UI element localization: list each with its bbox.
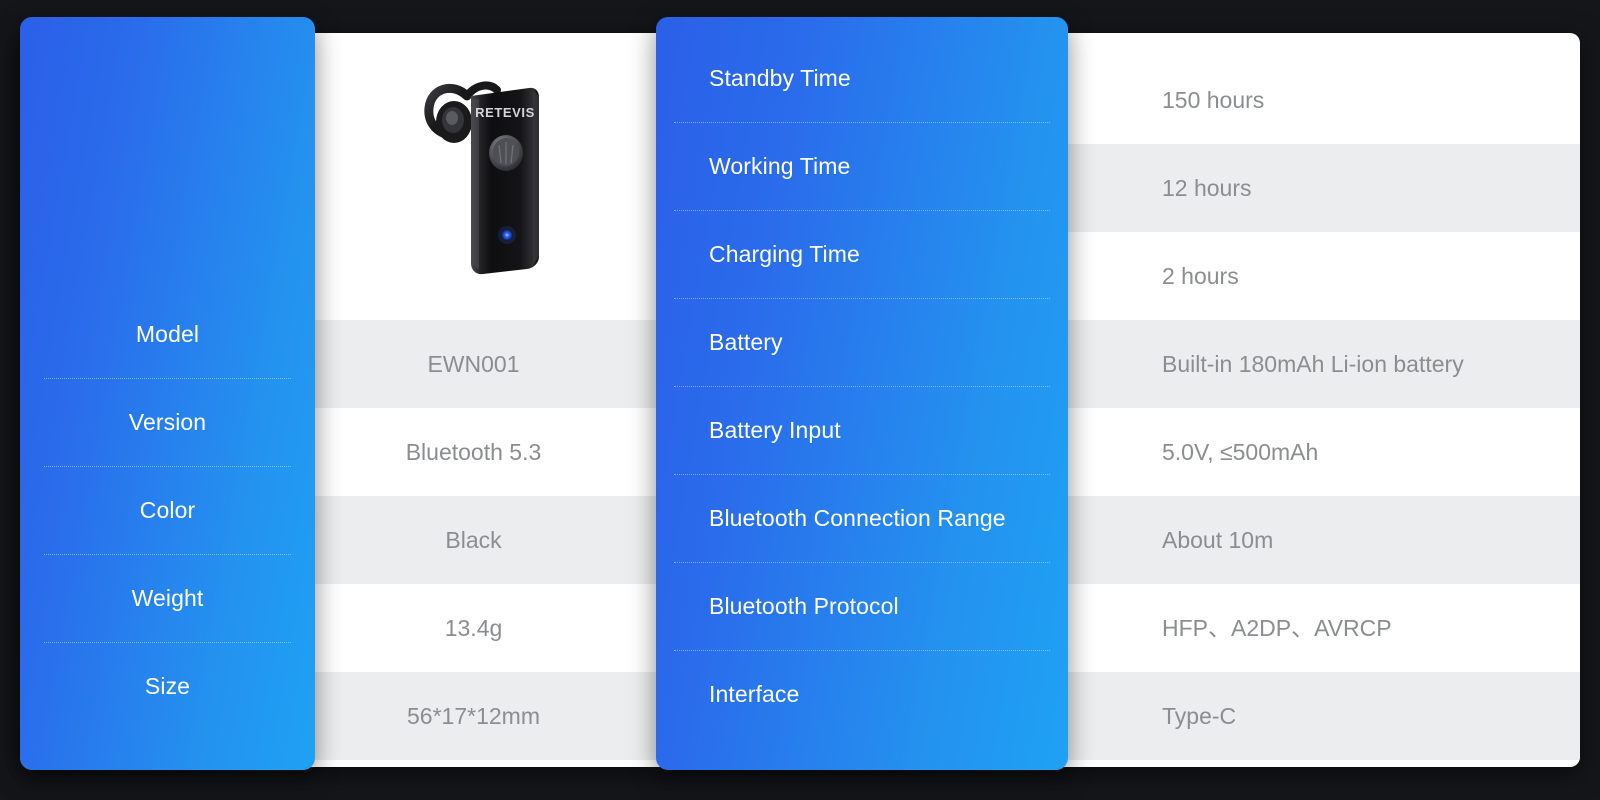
spec-label-row: Size [20,642,315,730]
spec-label: Bluetooth Protocol [709,592,899,619]
spec-label-row: Battery Input [656,386,1068,474]
spec-value: 2 hours [1162,262,1239,289]
spec-value: EWN001 [427,350,520,377]
spec-value: HFP、A2DP、AVRCP [1162,614,1392,641]
spec-value-row: Bluetooth 5.3 [315,408,656,496]
spec-value: 56*17*12mm [407,702,540,729]
left-spec-value-column: EWN001 Bluetooth 5.3 Black 13.4g 56*17*1… [315,33,656,767]
spec-value: Built-in 180mAh Li-ion battery [1162,350,1464,377]
right-label-rows: Standby Time Working Time Charging Time … [656,17,1068,770]
right-spec-value-column: 150 hours 12 hours 2 hours Built-in 180m… [1068,33,1580,767]
spec-label-row: Interface [656,650,1068,738]
right-spec-label-panel: Standby Time Working Time Charging Time … [656,17,1068,770]
spec-value: Bluetooth 5.3 [405,438,542,465]
spec-label-row: Bluetooth Protocol [656,562,1068,650]
spec-value-row: Built-in 180mAh Li-ion battery [1068,320,1580,408]
spec-label: Model [135,320,200,347]
spec-label: Charging Time [709,240,860,267]
spec-board: RETEVIS Model Version Color Weight Size … [0,0,1600,800]
spec-label-row: Working Time [656,122,1068,210]
spec-value: Black [445,526,502,553]
spec-value: About 10m [1162,526,1274,553]
spec-label-row: Standby Time [656,34,1068,122]
spec-value-row: Black [315,496,656,584]
spec-label-row: Color [20,466,315,554]
spec-value-row: 12 hours [1068,144,1580,232]
left-spec-label-panel: Model Version Color Weight Size [20,17,315,770]
spec-value: 5.0V, ≤500mAh [1162,438,1319,465]
spec-value-row: 13.4g [315,584,656,672]
spec-label-row: Version [20,378,315,466]
spec-label: Version [128,408,207,435]
spec-label: Color [139,496,196,523]
spec-label: Bluetooth Connection Range [709,504,1006,531]
spec-value-row: HFP、A2DP、AVRCP [1068,584,1580,672]
spec-label-row: Bluetooth Connection Range [656,474,1068,562]
spec-label-row: Model [20,290,315,378]
spec-value: 12 hours [1162,174,1252,201]
spec-value-row: 150 hours [1068,56,1580,144]
left-label-rows: Model Version Color Weight Size [20,17,315,770]
spec-value-row: EWN001 [315,320,656,408]
spec-label: Battery [709,328,783,355]
spec-value: 150 hours [1162,86,1265,113]
spec-label: Weight [131,584,204,611]
spec-value-row: 5.0V, ≤500mAh [1068,408,1580,496]
spec-value-row: 56*17*12mm [315,672,656,760]
spec-label-row: Weight [20,554,315,642]
spec-label: Battery Input [709,416,841,443]
spec-value: Type-C [1162,702,1237,729]
spec-label-row: Battery [656,298,1068,386]
spec-value: 13.4g [444,614,503,641]
spec-label: Size [144,672,191,699]
spec-label: Standby Time [709,64,851,91]
spec-label-row: Charging Time [656,210,1068,298]
spec-label: Working Time [709,152,851,179]
spec-value-row: About 10m [1068,496,1580,584]
spec-label: Interface [709,680,800,707]
spec-value-row: 2 hours [1068,232,1580,320]
spec-value-row: Type-C [1068,672,1580,760]
